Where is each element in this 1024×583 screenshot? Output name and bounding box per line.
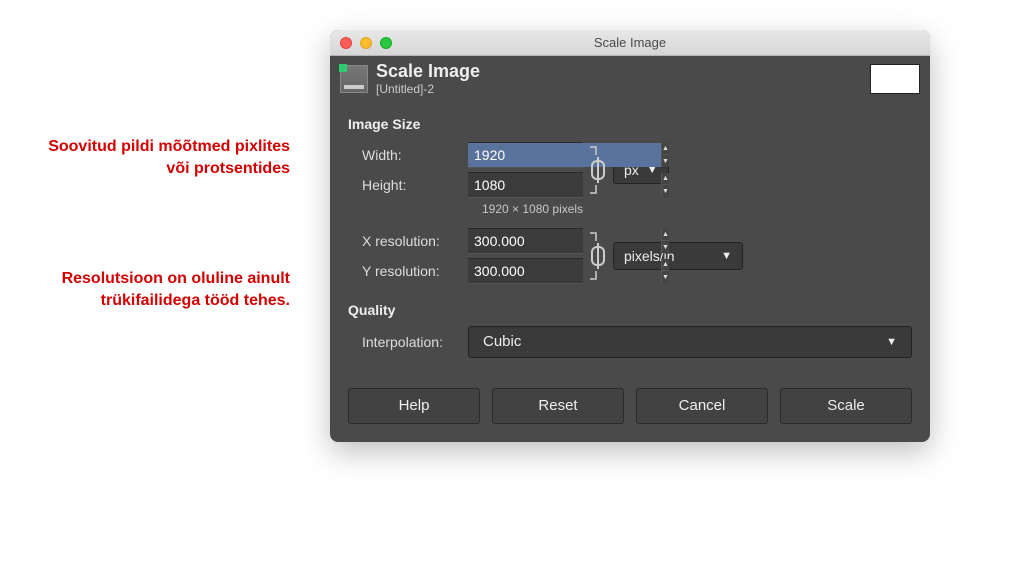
help-button[interactable]: Help <box>348 388 480 424</box>
annotation-resolution: Resolutsioon on oluline ainult trükifail… <box>30 268 290 311</box>
chevron-down-icon: ▼ <box>886 336 897 348</box>
height-label: Height: <box>348 177 468 193</box>
yres-step-up-icon[interactable]: ▲ <box>662 259 669 272</box>
link-chain-icon[interactable] <box>587 143 609 197</box>
scale-button[interactable]: Scale <box>780 388 912 424</box>
dimensions-text: 1920 × 1080 pixels <box>482 202 912 216</box>
cancel-button[interactable]: Cancel <box>636 388 768 424</box>
width-label: Width: <box>348 147 468 163</box>
yres-step-down-icon[interactable]: ▼ <box>662 271 669 283</box>
xres-step-up-icon[interactable]: ▲ <box>662 229 669 242</box>
xres-field[interactable] <box>468 229 661 253</box>
interpolation-select[interactable]: Cubic ▼ <box>468 326 912 358</box>
button-bar: Help Reset Cancel Scale <box>330 374 930 442</box>
yres-field[interactable] <box>468 259 661 283</box>
width-step-up-icon[interactable]: ▲ <box>662 143 669 156</box>
titlebar: Scale Image <box>330 30 930 56</box>
height-field[interactable] <box>468 173 661 197</box>
quality-label: Quality <box>348 302 912 318</box>
dialog-title: Scale Image <box>376 62 480 82</box>
annotation-size: Soovitud pildi mõõtmed pixlites või prot… <box>30 136 290 179</box>
yres-input[interactable]: ▲ ▼ <box>468 258 583 284</box>
scale-image-dialog: Scale Image Scale Image [Untitled]-2 Ima… <box>330 30 930 442</box>
chevron-down-icon: ▼ <box>721 250 732 262</box>
height-step-up-icon[interactable]: ▲ <box>662 173 669 186</box>
dialog-subtitle: [Untitled]-2 <box>376 82 480 96</box>
height-step-down-icon[interactable]: ▼ <box>662 185 669 197</box>
preview-swatch <box>870 64 920 94</box>
dialog-header: Scale Image [Untitled]-2 <box>330 56 930 102</box>
reset-button[interactable]: Reset <box>492 388 624 424</box>
width-input[interactable]: ▲ ▼ <box>468 142 583 168</box>
xres-input[interactable]: ▲ ▼ <box>468 228 583 254</box>
image-size-label: Image Size <box>348 116 912 132</box>
height-input[interactable]: ▲ ▼ <box>468 172 583 198</box>
window-title: Scale Image <box>330 35 930 50</box>
width-field[interactable] <box>468 143 661 167</box>
xres-label: X resolution: <box>348 233 468 249</box>
resolution-link-chain-icon[interactable] <box>587 229 609 283</box>
interpolation-value: Cubic <box>483 333 521 350</box>
scale-image-icon <box>340 65 368 93</box>
interpolation-label: Interpolation: <box>348 334 468 350</box>
width-step-down-icon[interactable]: ▼ <box>662 155 669 167</box>
yres-label: Y resolution: <box>348 263 468 279</box>
xres-step-down-icon[interactable]: ▼ <box>662 241 669 253</box>
